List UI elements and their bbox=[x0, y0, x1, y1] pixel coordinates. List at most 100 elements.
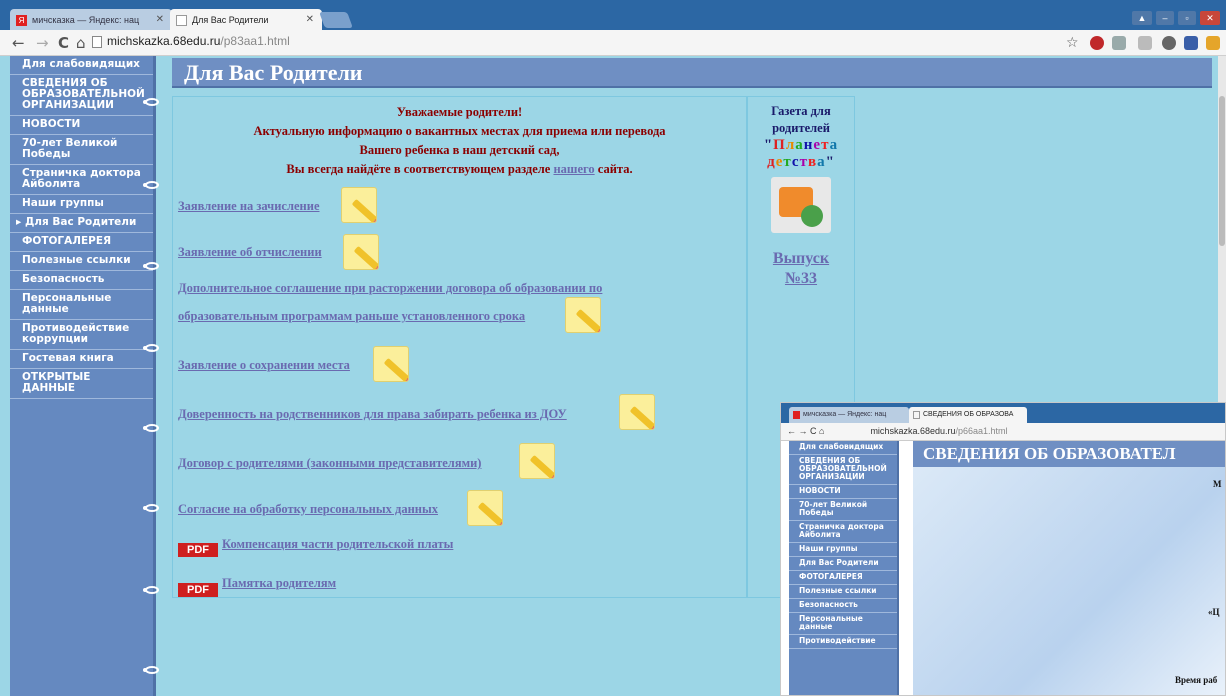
overlay-sidebar-item: Противодействие bbox=[789, 635, 897, 649]
overlay-screenshot: мичсказка — Яндекс: нац СВЕДЕНИЯ ОБ ОБРА… bbox=[780, 402, 1226, 696]
sidebar-item-anticorruption[interactable]: Противодействие коррупции bbox=[10, 320, 153, 350]
overlay-page-header: СВЕДЕНИЯ ОБ ОБРАЗОВАТЕЛ bbox=[913, 441, 1225, 467]
pencil-icon[interactable] bbox=[373, 346, 409, 382]
forward-icon[interactable]: → bbox=[36, 34, 49, 52]
extension-icon[interactable] bbox=[1162, 36, 1176, 50]
main-content: Уважаемые родители! Актуальную информаци… bbox=[172, 96, 747, 598]
overlay-tab: СВЕДЕНИЯ ОБ ОБРАЗОВА bbox=[909, 407, 1027, 423]
pencil-icon[interactable] bbox=[619, 394, 655, 430]
binder-ring-icon bbox=[143, 262, 159, 270]
doc-link-power-of-attorney[interactable]: Доверенность на родственников для права … bbox=[178, 407, 567, 422]
overlay-sidebar: Для слабовидящих СВЕДЕНИЯ ОБ ОБРАЗОВАТЕЛ… bbox=[789, 441, 899, 695]
window-close-button[interactable]: ✕ bbox=[1200, 11, 1220, 25]
bookmark-icon[interactable] bbox=[1184, 36, 1198, 50]
pdf-link-memo[interactable]: Памятка родителям bbox=[222, 576, 336, 591]
doc-link-agreement[interactable]: Дополнительное соглашение при расторжени… bbox=[178, 281, 602, 296]
sidebar-item-groups[interactable]: Наши группы bbox=[10, 195, 153, 214]
overlay-sidebar-item: Персональные данные bbox=[789, 613, 897, 635]
doc-link-consent[interactable]: Согласие на обработку персональных данны… bbox=[178, 502, 438, 517]
pencil-icon[interactable] bbox=[467, 490, 503, 526]
page-icon bbox=[176, 15, 187, 26]
intro-line: Вы всегда найдёте в соответствующем разд… bbox=[173, 160, 746, 179]
intro-text: Уважаемые родители! Актуальную информаци… bbox=[173, 103, 746, 179]
sidebar-item-aibolit[interactable]: Страничка доктора Айболита bbox=[10, 165, 153, 195]
planeta-letter: л bbox=[785, 137, 796, 153]
close-icon[interactable]: ✕ bbox=[306, 14, 314, 25]
sidebar-item-personal-data[interactable]: Персональные данные bbox=[10, 290, 153, 320]
doc-link-contract[interactable]: Договор с родителями (законными представ… bbox=[178, 456, 481, 471]
sidebar-item-gallery[interactable]: ФОТОГАЛЕРЕЯ bbox=[10, 233, 153, 252]
page-title: Для Вас Родители bbox=[184, 60, 363, 85]
tab-yandex[interactable]: Я мичсказка — Яндекс: нац ✕ bbox=[10, 9, 172, 30]
doc-link-enrollment[interactable]: Заявление на зачисление bbox=[178, 199, 320, 214]
sidebar-item-low-vision[interactable]: Для слабовидящих bbox=[10, 56, 153, 75]
sidebar-item-safety[interactable]: Безопасность bbox=[10, 271, 153, 290]
pencil-icon[interactable] bbox=[565, 297, 601, 333]
overlay-tab-label: мичсказка — Яндекс: нац bbox=[803, 411, 887, 418]
pdf-icon[interactable]: PDF bbox=[178, 583, 218, 597]
sidebar-item-label: Для Вас Родители bbox=[24, 216, 137, 228]
newspaper-line: Газета для bbox=[771, 104, 831, 118]
rss-newspaper-icon[interactable] bbox=[771, 177, 831, 233]
menu-icon[interactable] bbox=[1206, 36, 1220, 50]
maximize-button[interactable]: ▫ bbox=[1178, 11, 1196, 25]
user-icon[interactable]: ▲ bbox=[1132, 11, 1152, 25]
planeta-letter: а bbox=[829, 137, 839, 153]
extension-icon[interactable] bbox=[1138, 36, 1152, 50]
doc-link-keep-place[interactable]: Заявление о сохранении места bbox=[178, 358, 350, 373]
detstva-letter: д bbox=[767, 154, 776, 170]
detstva-word: детства" bbox=[748, 154, 854, 171]
binder-ring-icon bbox=[143, 586, 159, 594]
pdf-link-compensation[interactable]: Компенсация части родительской платы bbox=[222, 537, 453, 552]
home-icon[interactable]: ⌂ bbox=[76, 34, 86, 52]
tab-parents[interactable]: Для Вас Родители ✕ bbox=[170, 9, 322, 30]
pdf-icon[interactable]: PDF bbox=[178, 543, 218, 557]
overlay-sidebar-item: СВЕДЕНИЯ ОБ ОБРАЗОВАТЕЛЬНОЙ ОРГАНИЗАЦИИ bbox=[789, 455, 897, 485]
intro-text-part: сайта. bbox=[597, 162, 633, 176]
planeta-letter: П bbox=[773, 137, 786, 153]
tab-label: мичсказка — Яндекс: нац bbox=[32, 15, 140, 25]
sidebar-item-open-data[interactable]: ОТКРЫТЫЕ ДАННЫЕ bbox=[10, 369, 153, 399]
doc-link-expulsion[interactable]: Заявление об отчислении bbox=[178, 245, 322, 260]
sidebar-item-organization-info[interactable]: СВЕДЕНИЯ ОБ ОБРАЗОВАТЕЛЬНОЙ ОРГАНИЗАЦИИ bbox=[10, 75, 153, 116]
sidebar-item-links[interactable]: Полезные ссылки bbox=[10, 252, 153, 271]
minimize-button[interactable]: – bbox=[1156, 11, 1174, 25]
scrollbar-thumb[interactable] bbox=[1219, 96, 1225, 246]
binder-ring-icon bbox=[143, 424, 159, 432]
issue-link[interactable]: Выпуск №33 bbox=[748, 249, 854, 289]
new-tab-button[interactable] bbox=[319, 12, 353, 28]
back-icon[interactable]: ← bbox=[12, 34, 25, 52]
sidebar-item-news[interactable]: НОВОСТИ bbox=[10, 116, 153, 135]
sidebar-item-parents[interactable]: ▸ Для Вас Родители bbox=[10, 214, 153, 233]
overlay-url-path: /p66aa1.html bbox=[955, 426, 1008, 436]
sidebar-item-victory[interactable]: 70-лет Великой Победы bbox=[10, 135, 153, 165]
detstva-letter: т bbox=[799, 154, 808, 170]
overlay-page-body: М «Ц Время раб bbox=[913, 467, 1225, 695]
address-bar[interactable]: michskazka.68edu.ru/p83aa1.html bbox=[92, 34, 290, 48]
detstva-letter: а bbox=[817, 154, 826, 170]
extension-icon[interactable] bbox=[1112, 36, 1126, 50]
intro-line: Вашего ребенка в наш детский сад, bbox=[359, 143, 560, 157]
overlay-sidebar-item: Полезные ссылки bbox=[789, 585, 897, 599]
pencil-icon[interactable] bbox=[341, 187, 377, 223]
url-host: michskazka.68edu.ru bbox=[107, 34, 221, 48]
overlay-page-title: СВЕДЕНИЯ ОБ ОБРАЗОВАТЕЛ bbox=[923, 444, 1176, 463]
site-link[interactable]: нашего bbox=[553, 162, 594, 176]
quote-mark: " bbox=[763, 137, 774, 153]
page-header: Для Вас Родители bbox=[172, 58, 1212, 88]
reload-icon[interactable]: C bbox=[58, 34, 69, 52]
adblock-icon[interactable] bbox=[1090, 36, 1104, 50]
doc-link-agreement-cont[interactable]: образовательным программам раньше устано… bbox=[178, 309, 525, 324]
planeta-letter: н bbox=[803, 137, 814, 153]
planeta-word: "Планета bbox=[748, 137, 854, 154]
pencil-icon[interactable] bbox=[343, 234, 379, 270]
overlay-tab: мичсказка — Яндекс: нац bbox=[789, 407, 909, 423]
close-icon[interactable]: ✕ bbox=[156, 14, 164, 25]
intro-line: Уважаемые родители! bbox=[396, 105, 523, 119]
pencil-icon[interactable] bbox=[519, 443, 555, 479]
overlay-sidebar-item: ФОТОГАЛЕРЕЯ bbox=[789, 571, 897, 585]
detstva-letter: т bbox=[783, 154, 792, 170]
sidebar-item-guestbook[interactable]: Гостевая книга bbox=[10, 350, 153, 369]
star-icon[interactable]: ☆ bbox=[1066, 34, 1079, 52]
binder-ring-icon bbox=[143, 181, 159, 189]
